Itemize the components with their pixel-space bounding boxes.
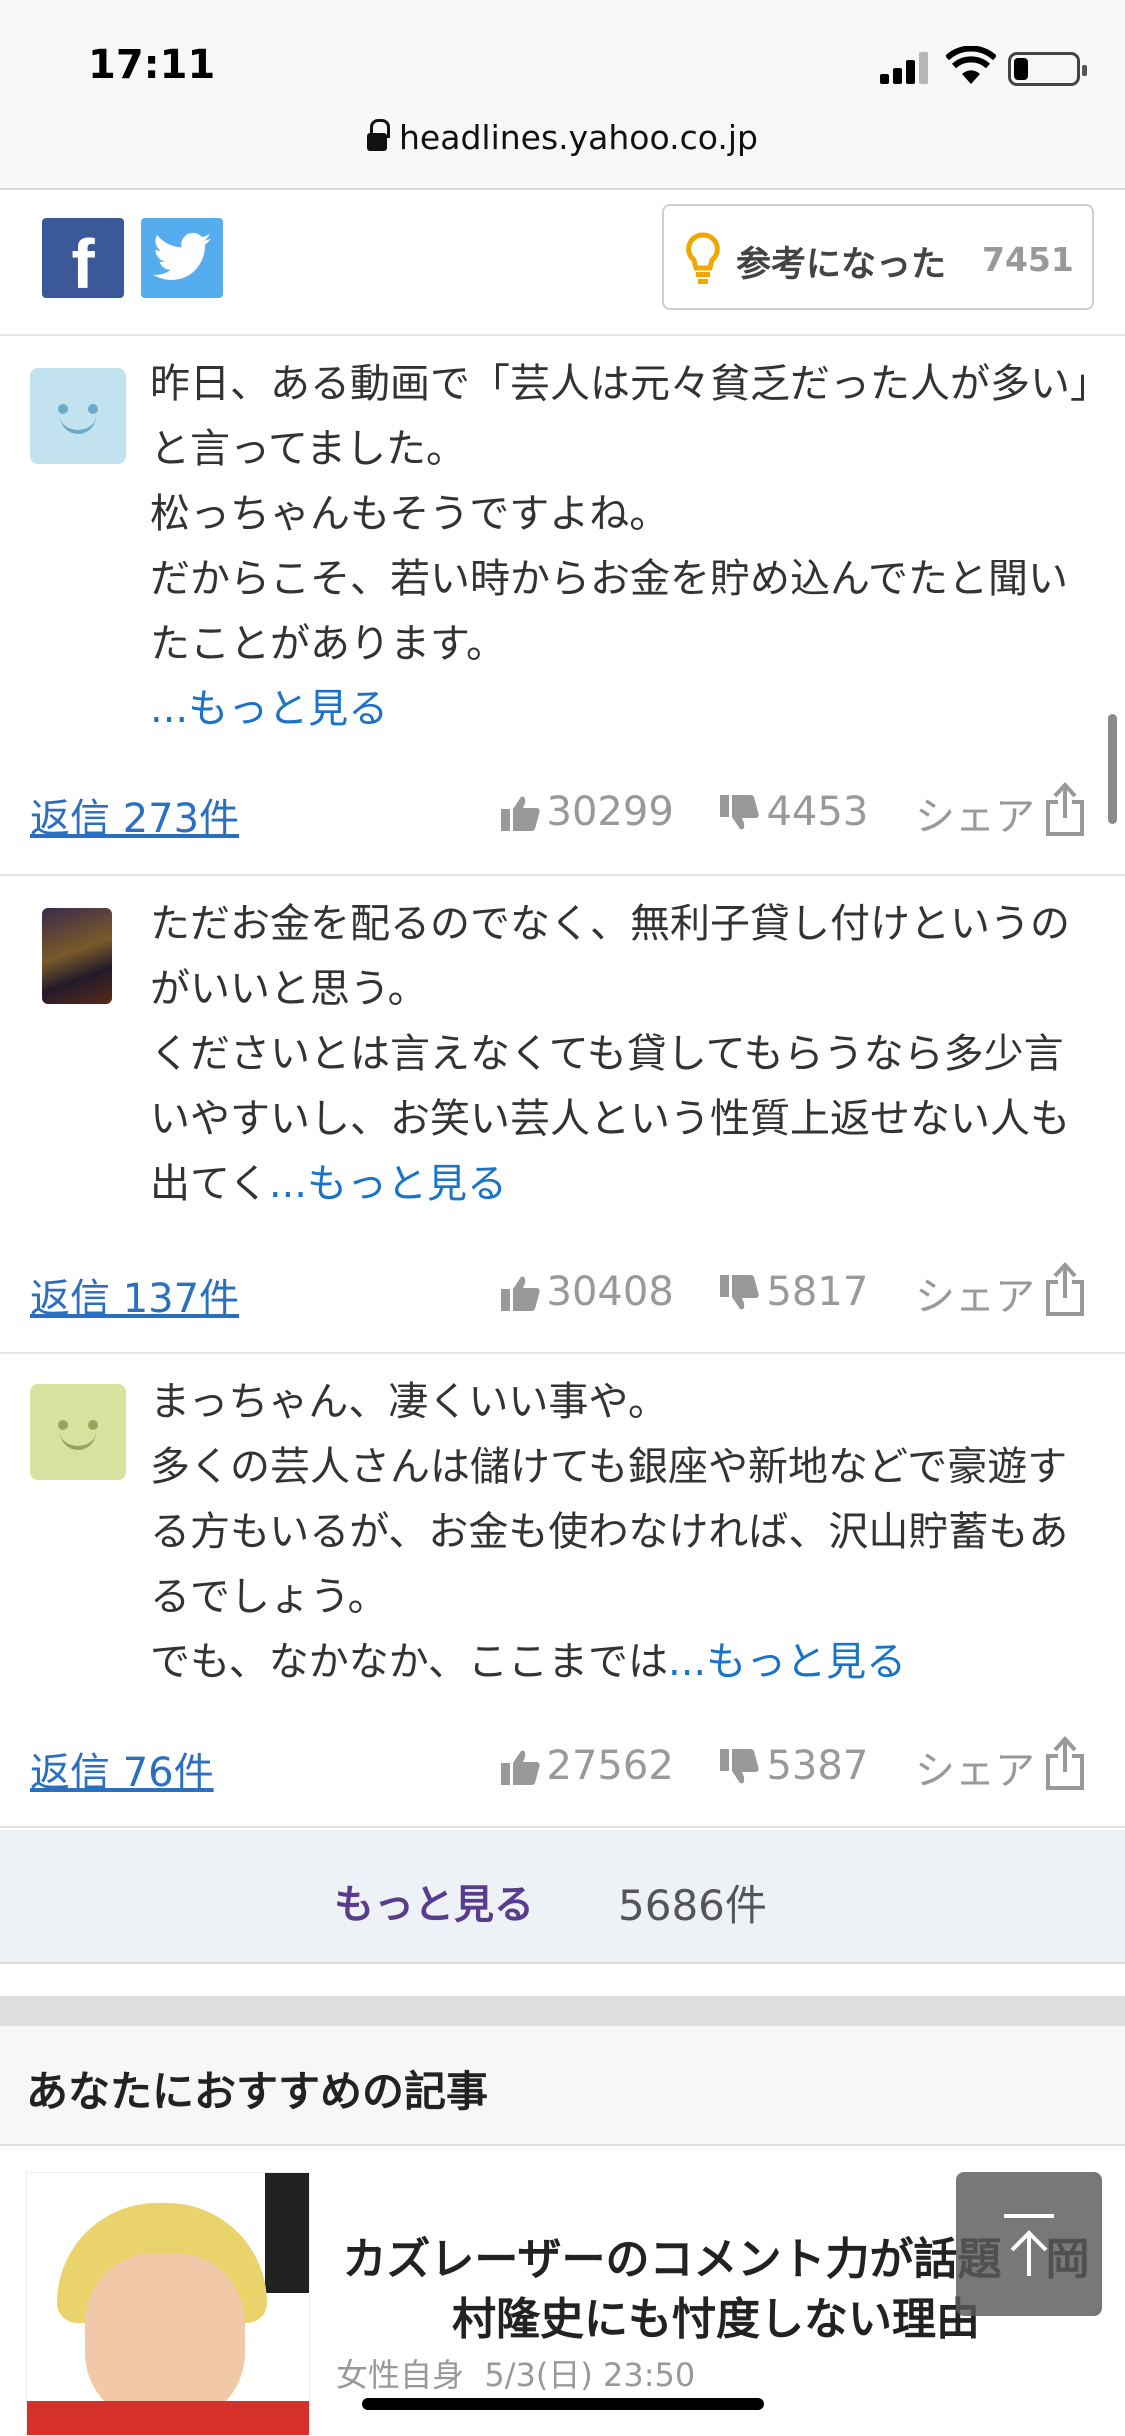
battery-icon bbox=[1008, 52, 1087, 86]
arrow-up-icon bbox=[1004, 2214, 1054, 2276]
comment-text: 昨日、ある動画で「芸人は元々貧乏だった人が多い」と言ってました。 松っちゃんもそ… bbox=[150, 361, 1090, 732]
like-button[interactable]: 27562 bbox=[500, 1743, 674, 1789]
share-button[interactable]: シェア bbox=[915, 782, 1091, 842]
share-bar: f 参考になった 7451 bbox=[0, 192, 1125, 336]
comment-text: ただお金を配るのでなく、無利子貸し付けというのがいいと思う。 くださいとは言えな… bbox=[150, 901, 1070, 1207]
avatar bbox=[42, 908, 112, 1004]
lock-icon bbox=[367, 119, 391, 151]
thumbs-down-icon bbox=[720, 1749, 760, 1784]
article-date: 5/3(日) 23:50 bbox=[484, 2356, 696, 2394]
lightbulb-icon bbox=[686, 232, 720, 284]
helpful-count: 7451 bbox=[982, 240, 1074, 279]
read-more-link[interactable]: ...もっと見る bbox=[150, 686, 388, 732]
home-indicator[interactable] bbox=[362, 2398, 764, 2410]
reply-link[interactable]: 返信 137件 bbox=[30, 1266, 239, 1324]
thumbs-down-icon bbox=[720, 1275, 760, 1310]
section-divider bbox=[0, 1996, 1125, 2026]
helpful-button[interactable]: 参考になった 7451 bbox=[662, 204, 1094, 310]
helpful-label: 参考になった bbox=[736, 245, 947, 285]
dislike-button[interactable]: 5817 bbox=[720, 1269, 868, 1315]
article-source: 女性自身 bbox=[336, 2356, 465, 2394]
thumbs-up-icon bbox=[500, 1276, 540, 1311]
share-icon bbox=[1046, 782, 1084, 836]
thumbs-up-icon bbox=[500, 1750, 540, 1785]
reply-link[interactable]: 返信 76件 bbox=[30, 1740, 214, 1798]
comment-actions: 27562 5387 シェア bbox=[467, 1736, 1091, 1796]
signal-icon bbox=[880, 50, 930, 84]
article-thumbnail bbox=[26, 2172, 310, 2436]
share-button[interactable]: シェア bbox=[915, 1736, 1091, 1796]
read-more-link[interactable]: ...もっと見る bbox=[668, 1639, 906, 1685]
share-button[interactable]: シェア bbox=[915, 1262, 1091, 1322]
more-comments-button[interactable]: もっと見る 5686件 bbox=[0, 1830, 1125, 1964]
comment-item: まっちゃん、凄くいい事や。 多くの芸人さんは儲けても銀座や新地などで豪遊する方も… bbox=[0, 1356, 1125, 1828]
thumbs-up-icon bbox=[500, 796, 540, 831]
facebook-share-button[interactable]: f bbox=[42, 218, 124, 303]
url-text: headlines.yahoo.co.jp bbox=[399, 118, 758, 157]
share-icon bbox=[1046, 1262, 1084, 1316]
more-comments-count: 5686件 bbox=[618, 1881, 767, 1930]
comment-item: ただお金を配るのでなく、無利子貸し付けというのがいいと思う。 くださいとは言えな… bbox=[0, 878, 1125, 1354]
share-icon bbox=[1046, 1736, 1084, 1790]
twitter-share-button[interactable] bbox=[141, 218, 223, 298]
avatar bbox=[30, 368, 126, 464]
avatar bbox=[30, 1384, 126, 1480]
status-time: 17:11 bbox=[88, 42, 216, 88]
comment-actions: 30408 5817 シェア bbox=[467, 1262, 1091, 1322]
more-comments-label: もっと見る bbox=[334, 1882, 534, 1928]
thumbs-down-icon bbox=[720, 795, 760, 830]
read-more-link[interactable]: ...もっと見る bbox=[269, 1161, 507, 1207]
back-to-top-button[interactable] bbox=[956, 2172, 1102, 2316]
like-button[interactable]: 30408 bbox=[500, 1269, 674, 1315]
comment-text: まっちゃん、凄くいい事や。 多くの芸人さんは儲けても銀座や新地などで豪遊する方も… bbox=[150, 1379, 1069, 1685]
comment-actions: 30299 4453 シェア bbox=[467, 782, 1091, 842]
address-bar[interactable]: headlines.yahoo.co.jp bbox=[0, 118, 1125, 157]
dislike-button[interactable]: 4453 bbox=[720, 789, 868, 835]
status-bar: 17:11 headlines.yahoo.co.jp bbox=[0, 0, 1125, 190]
dislike-button[interactable]: 5387 bbox=[720, 1743, 868, 1789]
wifi-icon bbox=[944, 45, 998, 86]
twitter-icon bbox=[153, 232, 211, 280]
reply-link[interactable]: 返信 273件 bbox=[30, 786, 239, 844]
comment-item: 昨日、ある動画で「芸人は元々貧乏だった人が多い」と言ってました。 松っちゃんもそ… bbox=[0, 338, 1125, 876]
article-meta: 女性自身 5/3(日) 23:50 bbox=[336, 2350, 695, 2396]
scrollbar[interactable] bbox=[1108, 714, 1117, 824]
recommend-header: あなたにおすすめの記事 bbox=[0, 2026, 1125, 2146]
facebook-icon: f bbox=[71, 225, 95, 303]
like-button[interactable]: 30299 bbox=[500, 789, 674, 835]
recommend-heading: あなたにおすすめの記事 bbox=[26, 2067, 489, 2116]
